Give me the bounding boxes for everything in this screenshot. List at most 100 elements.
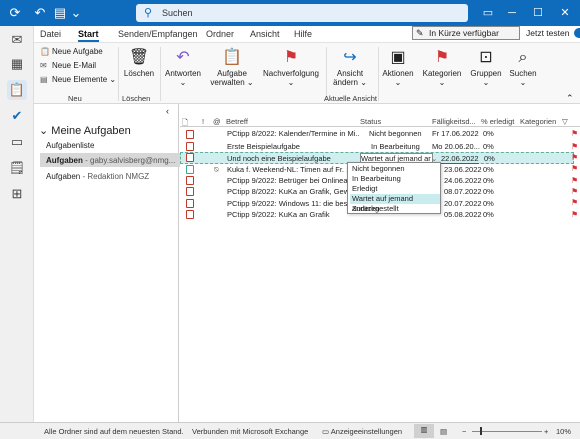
coming-soon-button[interactable]: ✎ In Kürze verfügbar — [412, 26, 520, 40]
my-tasks-heading[interactable]: ⌄ Meine Aufgaben — [39, 124, 131, 137]
collapse-ribbon-icon[interactable]: ⌃ — [566, 93, 574, 104]
zoom-slider-thumb[interactable] — [480, 427, 482, 435]
tab-ordner[interactable]: Ordner — [206, 29, 234, 39]
sync-icon[interactable]: ⟳ — [7, 5, 23, 21]
tab-hilfe[interactable]: Hilfe — [294, 29, 312, 39]
row-percent: 0% — [483, 176, 494, 185]
folder-item-aufgaben-redaktion[interactable]: Aufgaben - Redaktion NMGZ — [46, 172, 149, 181]
row-percent: 0% — [483, 187, 494, 196]
reply-button[interactable]: ↶ Antworten ⌄ — [162, 47, 204, 87]
try-now-toggle[interactable] — [574, 28, 580, 38]
manage-task-button[interactable]: 📋 Aufgabe verwalten ⌄ — [210, 47, 254, 87]
flag-icon[interactable]: ⚑ — [571, 188, 578, 196]
header-erledigt[interactable]: % erledigt — [481, 117, 514, 126]
normal-view-icon[interactable]: ▥ — [414, 424, 434, 438]
tab-datei[interactable]: Datei — [40, 29, 61, 39]
header-status[interactable]: Status — [360, 117, 381, 126]
notes-icon[interactable]: 🗒 — [7, 158, 27, 178]
attachment-column-icon[interactable]: @ — [213, 117, 221, 126]
tab-senden-empfangen[interactable]: Senden/Empfangen — [118, 29, 198, 39]
mail-icon[interactable]: ✉ — [7, 30, 27, 50]
actions-button[interactable]: ▣ Aktionen ⌄ — [380, 47, 416, 87]
actions-label: Aktionen — [382, 69, 414, 78]
flag-icon[interactable]: ⚑ — [571, 165, 578, 173]
search-placeholder: Suchen — [162, 8, 193, 18]
groups-button[interactable]: ⊡ Gruppen ⌄ — [468, 47, 504, 87]
header-kategorien[interactable]: Kategorien — [520, 117, 556, 126]
maximize-icon[interactable]: ☐ — [526, 3, 550, 23]
new-task-button[interactable]: 📋 Neue Aufgabe — [40, 47, 103, 56]
header-divider — [180, 126, 580, 127]
divider — [118, 47, 119, 101]
filter-icon[interactable]: ▽ — [562, 117, 568, 126]
zoom-in-icon[interactable]: + — [544, 427, 548, 436]
folder-item-aufgaben-gaby[interactable]: Aufgaben - gaby.salvisberg@nmg... — [46, 156, 175, 165]
collapse-pane-icon[interactable]: ‹ — [166, 106, 169, 116]
divider — [326, 47, 327, 101]
header-betreff[interactable]: Betreff — [226, 117, 248, 126]
display-settings-button[interactable]: ▭ Anzeigeeinstellungen — [322, 427, 402, 436]
row-subject: Und noch eine Beispielaufgabe — [227, 154, 331, 163]
search-input[interactable]: ⚲ Suchen — [136, 4, 468, 22]
delete-label: Löschen — [123, 69, 155, 78]
reply-icon: ↶ — [176, 49, 190, 66]
status-dropdown-list: Nicht begonnen In Bearbeitung Erledigt W… — [347, 162, 441, 214]
search-icon: ⚲ — [144, 7, 153, 19]
new-email-button[interactable]: ✉ Neue E-Mail — [40, 61, 96, 70]
row-percent: 0% — [483, 142, 494, 151]
flag-icon[interactable]: ⚑ — [571, 130, 578, 138]
search-button[interactable]: ⌕ Suchen ⌄ — [506, 47, 540, 87]
close-icon[interactable]: ✕ — [553, 3, 577, 23]
status-option-erledigt[interactable]: Erledigt — [350, 184, 440, 194]
manage-task-label-1: Aufgabe — [217, 69, 247, 78]
row-percent: 0% — [483, 129, 494, 138]
followup-button[interactable]: ⚑ Nachverfolgung ⌄ — [260, 47, 322, 87]
change-view-button[interactable]: ↪ Ansicht ändern ⌄ — [330, 47, 370, 87]
status-option-zurueckgestellt[interactable]: Zurückgestellt — [350, 204, 440, 214]
attachment-icon: ⍉ — [214, 165, 219, 174]
folder-icon[interactable]: ▭ — [7, 132, 27, 152]
flag-icon[interactable]: ⚑ — [571, 211, 578, 219]
restore-icon[interactable]: ▭ — [476, 3, 500, 23]
search-icon: ⌕ — [518, 49, 528, 66]
priority-column-icon[interactable]: ! — [202, 117, 204, 126]
status-option-nicht-begonnen[interactable]: Nicht begonnen — [350, 164, 440, 174]
flag-icon: ⚑ — [434, 49, 450, 66]
calendar-icon[interactable]: ▦ — [7, 54, 27, 74]
reading-view-icon[interactable]: ▤ — [440, 427, 447, 436]
zoom-slider[interactable] — [472, 431, 542, 432]
row-status[interactable]: In Bearbeitung — [371, 142, 420, 151]
row-due: 24.06.2022 — [444, 176, 482, 185]
undo-icon[interactable]: ↶ — [32, 5, 48, 21]
zoom-out-icon[interactable]: − — [462, 427, 466, 436]
minimize-icon[interactable]: ─ — [500, 3, 524, 23]
chevron-down-icon[interactable]: ⌄ — [68, 5, 84, 21]
tab-ansicht[interactable]: Ansicht — [250, 29, 280, 39]
flag-icon[interactable]: ⚑ — [571, 154, 578, 162]
divider — [378, 47, 379, 101]
row-status[interactable]: Nicht begonnen — [369, 129, 422, 138]
flag-icon[interactable]: ⚑ — [571, 143, 578, 151]
tasks-icon[interactable]: 📋 — [7, 80, 27, 100]
header-faellig[interactable]: Fälligkeitsd... — [432, 117, 476, 126]
layout-icon[interactable]: ▤ — [52, 5, 68, 21]
new-items-button[interactable]: ▤ Neue Elemente ⌄ — [40, 75, 116, 84]
delete-button[interactable]: 🗑 Löschen — [122, 47, 156, 78]
task-icon — [186, 210, 194, 219]
row-due[interactable]: 22.06.2022 — [441, 154, 479, 164]
groups-label: Gruppen — [470, 69, 502, 78]
row-due: Fr 17.06.2022 — [432, 129, 479, 138]
todo-check-icon[interactable]: ✔ — [7, 106, 27, 126]
table-row[interactable]: PCtipp 8/2022: Kalender/Termine in Mi...… — [180, 128, 574, 140]
folder-item-aufgabenliste[interactable]: Aufgabenliste — [46, 141, 94, 150]
row-subject: Kuka f. Weekend-NL: Timen auf Fr. 14 — [227, 165, 347, 174]
flag-icon[interactable]: ⚑ — [571, 199, 578, 207]
apps-icon[interactable]: ⊞ — [7, 184, 27, 204]
tab-start[interactable]: Start — [78, 29, 99, 42]
status-option-wartet[interactable]: Wartet auf jemand anderen — [350, 194, 440, 213]
status-option-in-bearbeitung[interactable]: In Bearbeitung — [350, 174, 440, 184]
row-due: 05.08.2022 — [444, 210, 482, 219]
categories-button[interactable]: ⚑ Kategorien ⌄ — [420, 47, 464, 87]
flag-icon[interactable]: ⚑ — [571, 177, 578, 185]
row-percent: 0% — [483, 210, 494, 219]
